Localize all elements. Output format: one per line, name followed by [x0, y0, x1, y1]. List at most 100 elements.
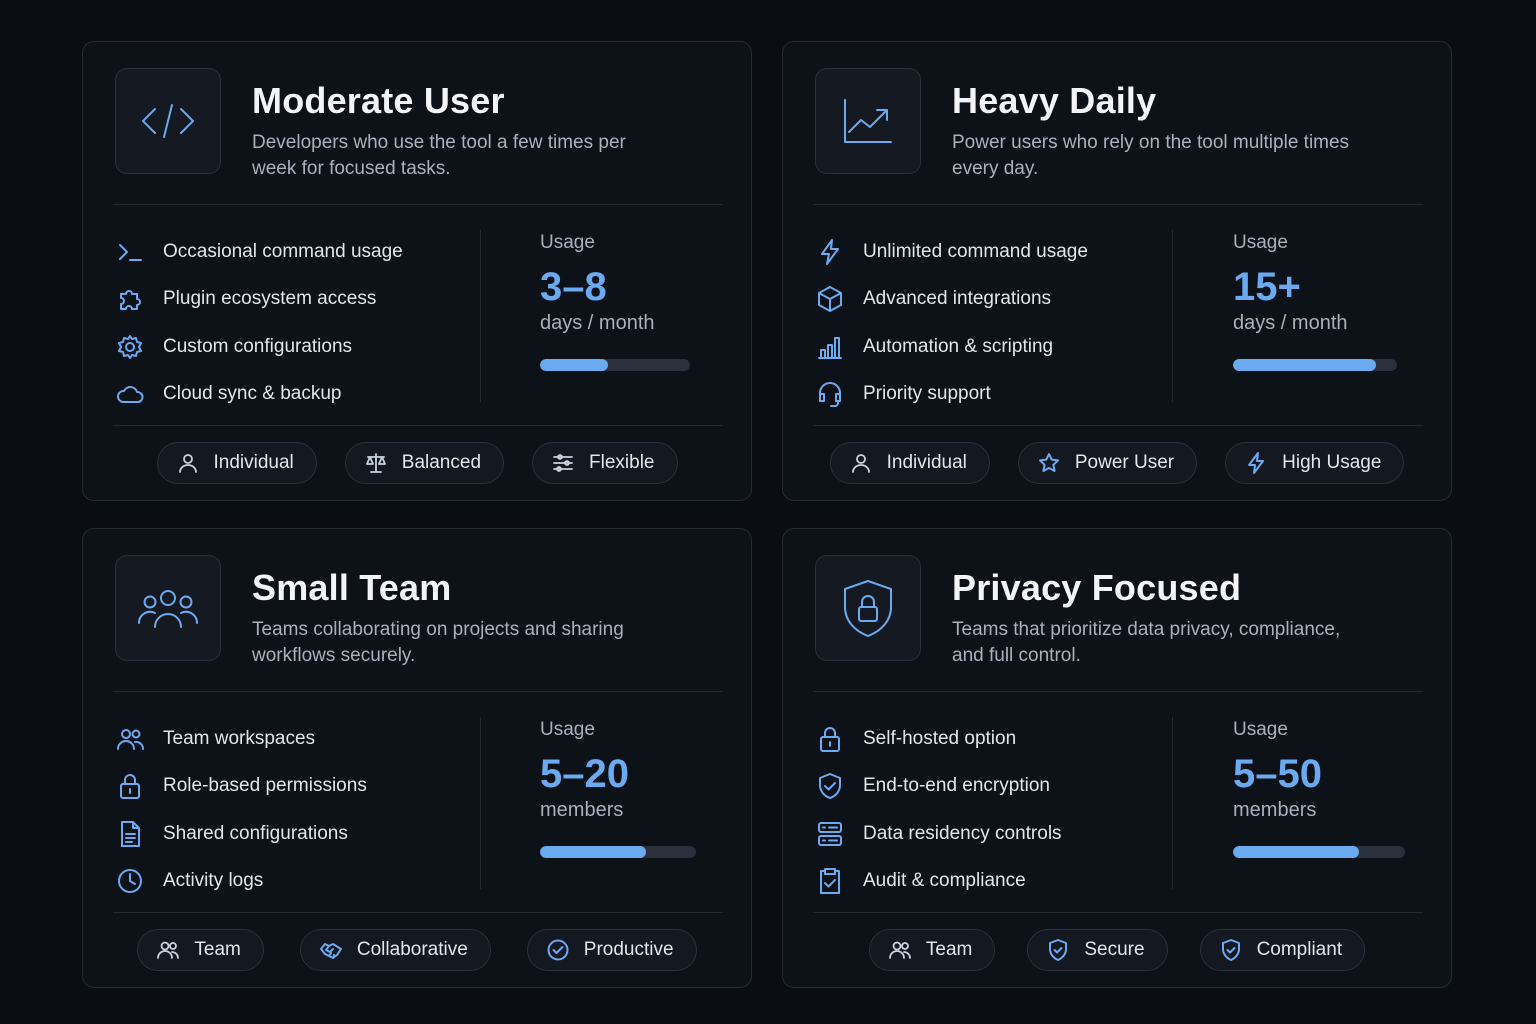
- terminal-icon: [119, 243, 142, 261]
- tag-power-user[interactable]: Power User: [1017, 442, 1198, 484]
- usage-label: Usage: [1233, 719, 1288, 740]
- shield-lock-icon: [815, 555, 921, 661]
- tag-team[interactable]: Team: [868, 929, 996, 971]
- feature-item: Advanced integrations: [815, 276, 1175, 324]
- card-title: Heavy Daily: [952, 80, 1157, 121]
- divider: [113, 425, 723, 426]
- divider: [813, 691, 1423, 692]
- handshake-icon: [319, 943, 342, 959]
- tag-label: Balanced: [401, 452, 482, 473]
- code-icon: [115, 68, 221, 174]
- users-icon: [117, 728, 145, 750]
- tag-individual[interactable]: Individual: [156, 442, 317, 484]
- vertical-divider: [480, 230, 481, 402]
- card-description: Teams collaborating on projects and shar…: [252, 619, 624, 666]
- shield-check-icon: [819, 773, 841, 800]
- feature-item: Unlimited command usage: [815, 228, 1175, 276]
- feature-label: Shared configurations: [163, 822, 348, 844]
- tag-compliant[interactable]: Compliant: [1199, 929, 1366, 971]
- usage-panel: Usage 5–20 members: [540, 719, 720, 858]
- usage-progress-fill: [1233, 846, 1359, 858]
- card-moderate-user: Moderate User Developers who use the too…: [82, 41, 752, 501]
- tag-label: Individual: [213, 452, 294, 473]
- sliders-icon: [553, 454, 573, 472]
- feature-item: Priority support: [815, 371, 1175, 419]
- headset-icon: [819, 382, 841, 408]
- feature-item: Audit & compliance: [815, 858, 1175, 906]
- card-title: Privacy Focused: [952, 567, 1242, 608]
- feature-item: Data residency controls: [815, 810, 1175, 858]
- feature-list: Self-hosted option End-to-end encryption…: [815, 715, 1175, 905]
- card-privacy-focused: Privacy Focused Teams that prioritize da…: [782, 528, 1452, 988]
- feature-label: End-to-end encryption: [863, 775, 1050, 797]
- tag-list: Individual Balanced Flexible: [83, 442, 751, 484]
- feature-label: Priority support: [863, 383, 991, 405]
- feature-item: Plugin ecosystem access: [115, 276, 475, 324]
- tag-list: Individual Power User High Usage: [783, 442, 1451, 484]
- feature-label: Plugin ecosystem access: [163, 288, 377, 310]
- feature-label: Cloud sync & backup: [163, 383, 342, 405]
- feature-label: Data residency controls: [863, 822, 1062, 844]
- lightning-icon: [821, 238, 839, 265]
- document-icon: [121, 820, 140, 847]
- lock-icon: [120, 774, 140, 800]
- cube-icon: [818, 286, 842, 313]
- bar-chart-icon: [818, 336, 842, 359]
- tag-label: Compliant: [1256, 939, 1343, 960]
- feature-label: Self-hosted option: [863, 727, 1017, 749]
- tag-high-usage[interactable]: High Usage: [1225, 442, 1405, 484]
- usage-progress-bar: [1233, 846, 1405, 858]
- divider: [813, 204, 1423, 205]
- feature-label: Advanced integrations: [863, 288, 1052, 310]
- tag-secure[interactable]: Secure: [1027, 929, 1168, 971]
- divider: [113, 691, 723, 692]
- usage-progress-bar: [540, 359, 690, 371]
- puzzle-icon: [120, 290, 141, 311]
- shield-check-icon: [1221, 939, 1240, 961]
- usage-unit: members: [540, 799, 624, 821]
- usage-panel: Usage 5–50 members: [1233, 719, 1413, 858]
- server-icon: [818, 821, 842, 846]
- card-description: Teams that prioritize data privacy, comp…: [952, 619, 1341, 666]
- usage-progress-bar: [1233, 359, 1397, 371]
- tag-label: Team: [925, 939, 973, 960]
- tag-team[interactable]: Team: [137, 929, 264, 971]
- card-header: Moderate User Developers who use the too…: [83, 42, 751, 204]
- lock-icon: [820, 726, 840, 752]
- users-icon: [888, 941, 911, 959]
- vertical-divider: [1172, 717, 1173, 889]
- tag-label: High Usage: [1282, 452, 1382, 473]
- feature-item: Cloud sync & backup: [115, 371, 475, 419]
- tag-individual[interactable]: Individual: [829, 442, 990, 484]
- card-header: Privacy Focused Teams that prioritize da…: [783, 529, 1451, 691]
- card-description: Developers who use the tool a few times …: [252, 132, 626, 179]
- tag-label: Secure: [1084, 939, 1145, 960]
- usage-value: 5–50: [1233, 752, 1322, 796]
- card-header: Heavy Daily Power users who rely on the …: [783, 42, 1451, 204]
- feature-item: Occasional command usage: [115, 228, 475, 276]
- user-icon: [851, 454, 870, 473]
- feature-label: Unlimited command usage: [863, 240, 1088, 262]
- feature-list: Occasional command usage Plugin ecosyste…: [115, 228, 475, 418]
- tag-label: Productive: [583, 939, 674, 960]
- feature-label: Occasional command usage: [163, 240, 403, 262]
- feature-label: Activity logs: [163, 870, 264, 892]
- divider: [813, 425, 1423, 426]
- cloud-icon: [117, 386, 144, 404]
- card-title: Small Team: [252, 567, 452, 608]
- tag-productive[interactable]: Productive: [526, 929, 697, 971]
- scale-icon: [365, 453, 386, 473]
- feature-label: Automation & scripting: [863, 335, 1054, 357]
- tag-balanced[interactable]: Balanced: [344, 442, 505, 484]
- tag-list: Team Secure Compliant: [783, 929, 1451, 971]
- tag-flexible[interactable]: Flexible: [532, 442, 678, 484]
- shield-check-icon: [1049, 939, 1068, 961]
- feature-list: Team workspaces Role-based permissions S…: [115, 715, 475, 905]
- feature-label: Role-based permissions: [163, 775, 367, 797]
- feature-item: Automation & scripting: [815, 323, 1175, 371]
- usage-panel: Usage 15+ days / month: [1233, 232, 1413, 371]
- lightning-icon: [1248, 452, 1265, 474]
- tag-collaborative[interactable]: Collaborative: [299, 929, 491, 971]
- gear-icon: [118, 334, 142, 359]
- usage-unit: days / month: [1233, 312, 1348, 334]
